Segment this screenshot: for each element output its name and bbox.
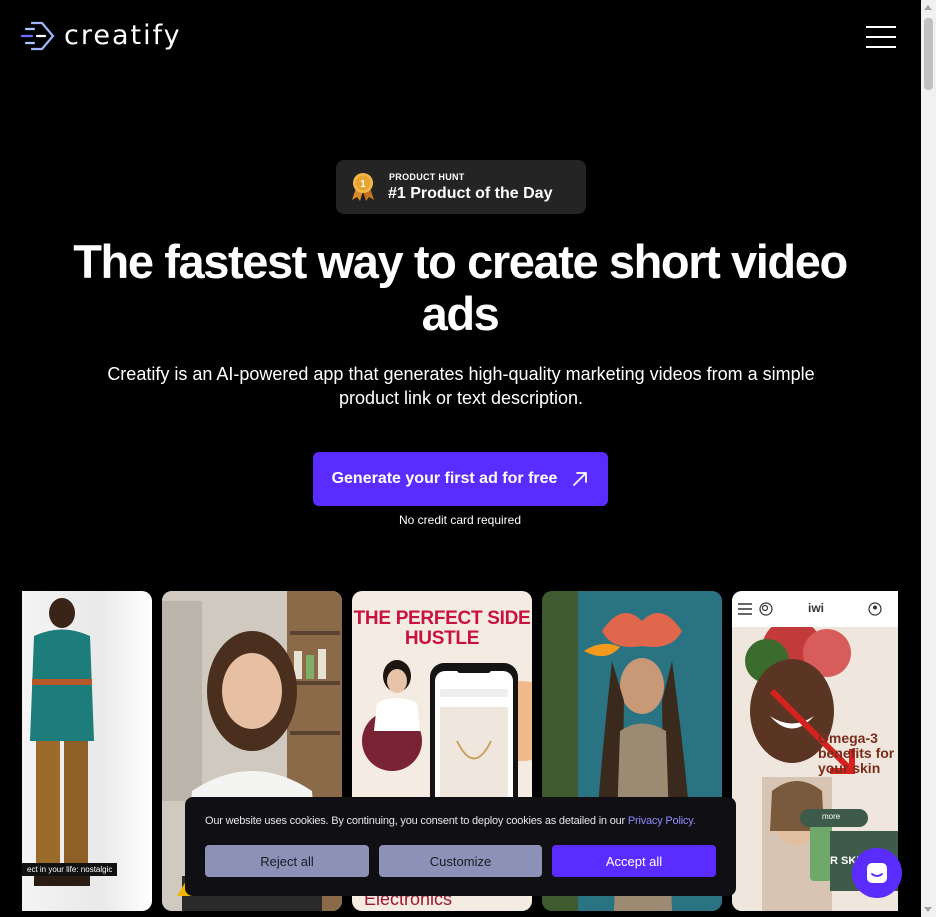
generate-ad-button-label: Generate your first ad for free: [331, 470, 558, 487]
scroll-up-arrow-icon[interactable]: [924, 5, 932, 10]
accept-all-button[interactable]: Accept all: [552, 845, 716, 877]
iwi-logo: iwi: [808, 601, 825, 615]
product-of-day-label: #1 Product of the Day: [388, 185, 553, 202]
chat-icon: [867, 863, 887, 883]
logo-text: creatify: [64, 20, 182, 51]
search-icon: [759, 602, 773, 616]
cookie-text: Our website uses cookies. By continuing,…: [205, 815, 628, 827]
hero-headline: The fastest way to create short video ad…: [73, 235, 848, 340]
medal-icon: 1: [352, 173, 374, 201]
generate-ad-button[interactable]: Generate your first ad for free: [313, 452, 608, 506]
cookie-banner: Our website uses cookies. By continuing,…: [185, 797, 736, 896]
hero-subheadline: Creatify is an AI-powered app that gener…: [107, 364, 815, 408]
omega-headline: Omega-3 benefits for your skin: [818, 730, 895, 776]
side-hustle-title: THE PERFECT SIDE HUSTLE: [353, 608, 531, 649]
chat-launcher[interactable]: [852, 848, 902, 898]
learn-more-pill: more: [822, 812, 841, 821]
creatify-logo-icon: [20, 21, 55, 51]
no-credit-card-note: No credit card required: [398, 513, 522, 527]
arrow-up-right-icon: [573, 472, 588, 486]
reject-all-button[interactable]: Reject all: [205, 845, 369, 877]
cookie-message: Our website uses cookies. By continuing,…: [205, 815, 696, 827]
customize-button[interactable]: Customize: [379, 845, 542, 877]
product-hunt-badge[interactable]: 1 PRODUCT HUNT #1 Product of the Day: [336, 160, 586, 214]
user-icon: [868, 602, 882, 616]
video-card[interactable]: ect in your life: nostalgic: [22, 591, 152, 911]
medal-number: 1: [360, 179, 366, 190]
scroll-down-arrow-icon[interactable]: [924, 907, 932, 912]
logo[interactable]: creatify: [20, 19, 182, 53]
privacy-policy-link[interactable]: Privacy Policy.: [628, 815, 696, 827]
hamburger-menu-icon[interactable]: [866, 24, 896, 48]
scrollbar[interactable]: [921, 0, 936, 917]
scrollbar-thumb[interactable]: [924, 18, 933, 90]
page: creatify 1 PRODUCT HUNT #1 Product of th…: [0, 0, 921, 917]
menu-icon: [738, 603, 752, 615]
product-hunt-label: PRODUCT HUNT: [389, 172, 465, 182]
video-caption: ect in your life: nostalgic: [22, 863, 118, 876]
iwi-site-header: iwi: [732, 591, 898, 627]
